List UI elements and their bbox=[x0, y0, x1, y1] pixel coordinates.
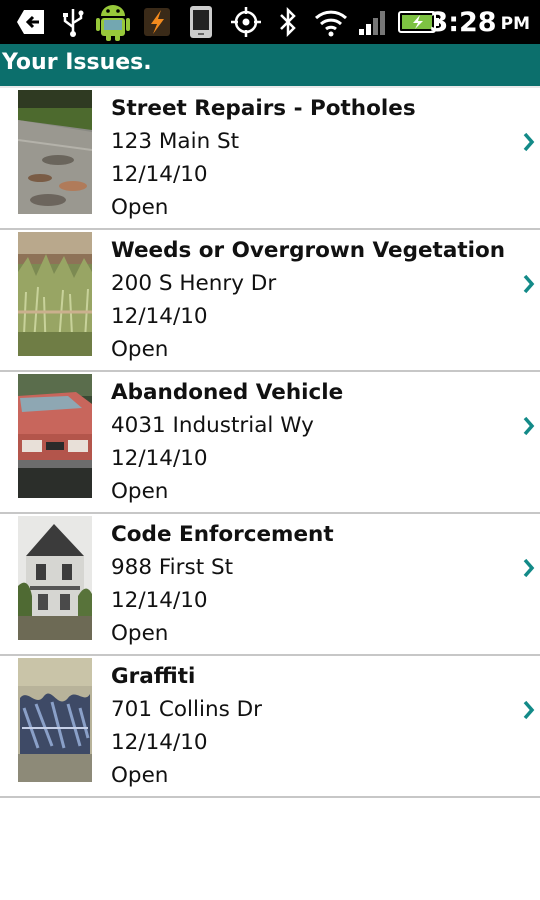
issue-status: Open bbox=[111, 195, 169, 220]
issue-address: 4031 Industrial Wy bbox=[111, 413, 314, 438]
issue-date: 12/14/10 bbox=[111, 446, 208, 471]
issue-title: Graffiti bbox=[111, 664, 196, 689]
list-item[interactable]: Abandoned Vehicle 4031 Industrial Wy 12/… bbox=[0, 372, 540, 514]
weeds-photo bbox=[18, 232, 92, 356]
vehicle-photo bbox=[18, 374, 92, 498]
issue-details: Abandoned Vehicle 4031 Industrial Wy 12/… bbox=[111, 376, 343, 508]
signal-icon bbox=[356, 6, 390, 38]
issue-date: 12/14/10 bbox=[111, 162, 208, 187]
graffiti-photo bbox=[18, 658, 92, 782]
wifi-icon bbox=[312, 6, 350, 38]
issue-details: Street Repairs - Potholes 123 Main St 12… bbox=[111, 92, 416, 224]
issue-date: 12/14/10 bbox=[111, 730, 208, 755]
pothole-photo bbox=[18, 90, 92, 214]
chevron-right-icon bbox=[523, 700, 535, 720]
list-item[interactable]: Code Enforcement 988 First St 12/14/10 O… bbox=[0, 514, 540, 656]
issue-date: 12/14/10 bbox=[111, 588, 208, 613]
issue-title: Abandoned Vehicle bbox=[111, 380, 344, 405]
issue-list: Street Repairs - Potholes 123 Main St 12… bbox=[0, 88, 540, 798]
issue-details: Weeds or Overgrown Vegetation 200 S Henr… bbox=[111, 234, 505, 366]
issue-title: Street Repairs - Potholes bbox=[111, 96, 416, 121]
issue-title: Weeds or Overgrown Vegetation bbox=[111, 238, 506, 263]
issue-status: Open bbox=[111, 763, 169, 788]
issue-details: Graffiti 701 Collins Dr 12/14/10 Open bbox=[111, 660, 262, 792]
usb-icon bbox=[58, 6, 88, 38]
clock-ampm: PM bbox=[500, 14, 530, 34]
list-item[interactable]: Street Repairs - Potholes 123 Main St 12… bbox=[0, 88, 540, 230]
issue-status: Open bbox=[111, 621, 169, 646]
issue-status: Open bbox=[111, 337, 169, 362]
issue-address: 988 First St bbox=[111, 555, 234, 580]
issue-date: 12/14/10 bbox=[111, 304, 208, 329]
page-title: Your Issues. bbox=[2, 50, 152, 75]
bluetooth-icon bbox=[276, 6, 300, 38]
list-item[interactable]: Graffiti 701 Collins Dr 12/14/10 Open bbox=[0, 656, 540, 798]
clock: 3:28 PM bbox=[429, 0, 530, 44]
issue-address: 200 S Henry Dr bbox=[111, 271, 277, 296]
house-photo bbox=[18, 516, 92, 640]
issue-address: 701 Collins Dr bbox=[111, 697, 263, 722]
issue-title: Code Enforcement bbox=[111, 522, 334, 547]
gps-icon bbox=[228, 6, 264, 38]
status-bar: 3:28 PM bbox=[0, 0, 540, 44]
back-arrow-icon bbox=[14, 6, 48, 38]
clock-time: 3:28 bbox=[429, 6, 497, 38]
flash-icon bbox=[142, 6, 172, 38]
issue-address: 123 Main St bbox=[111, 129, 240, 154]
phone-icon bbox=[187, 6, 215, 38]
title-bar: Your Issues. bbox=[0, 44, 540, 88]
chevron-right-icon bbox=[523, 274, 535, 294]
issue-status: Open bbox=[111, 479, 169, 504]
issue-details: Code Enforcement 988 First St 12/14/10 O… bbox=[111, 518, 334, 650]
chevron-right-icon bbox=[523, 416, 535, 436]
list-item[interactable]: Weeds or Overgrown Vegetation 200 S Henr… bbox=[0, 230, 540, 372]
android-icon bbox=[94, 2, 132, 42]
chevron-right-icon bbox=[523, 132, 535, 152]
chevron-right-icon bbox=[523, 558, 535, 578]
